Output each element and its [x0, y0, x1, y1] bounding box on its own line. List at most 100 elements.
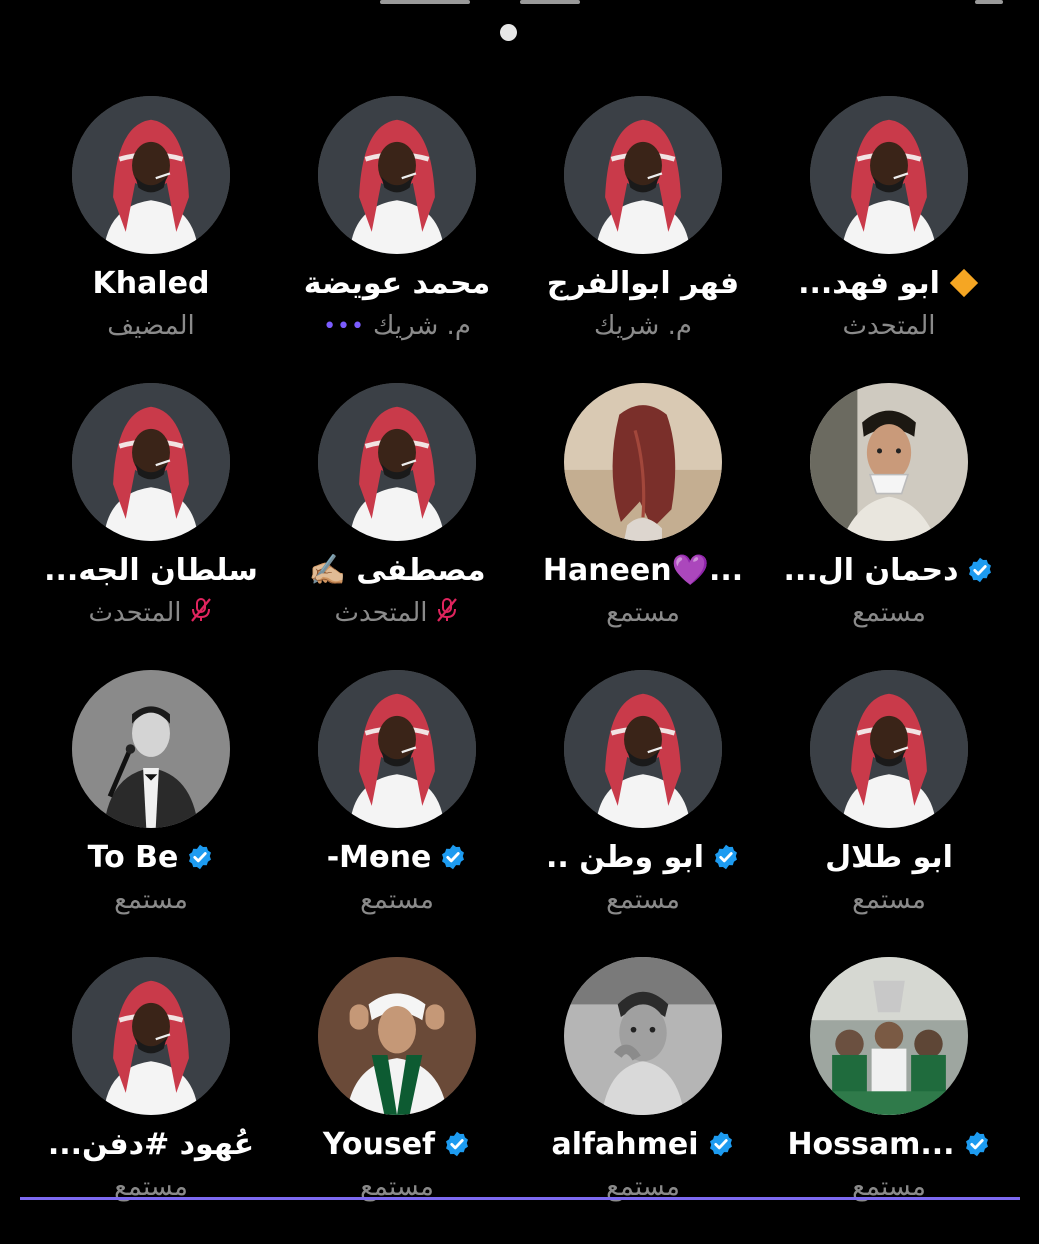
verified-icon [963, 1130, 991, 1158]
participant-card[interactable]: ابو طلال مستمع [769, 670, 1009, 957]
verified-icon [439, 843, 467, 871]
participant-name: سلطان الجه... [44, 552, 258, 588]
participant-name-row: مصطفى ✍🏼 [277, 550, 517, 590]
participant-card[interactable]: دحمان ال... مستمع [769, 383, 1009, 670]
participant-role: مستمع [360, 885, 434, 915]
avatar[interactable] [318, 96, 476, 254]
participant-role-row: مستمع [523, 595, 763, 631]
participant-card[interactable]: ابو وطن .. مستمع [523, 670, 763, 957]
avatar[interactable] [564, 957, 722, 1115]
participant-role: مستمع [852, 598, 926, 628]
verified-icon [966, 556, 994, 584]
participant-name-row: Hossam... [769, 1124, 1009, 1164]
participant-card[interactable]: Khaled المضيف [31, 96, 271, 383]
mic-off-icon [189, 597, 213, 630]
participant-name: دحمان ال... [783, 552, 959, 588]
avatar[interactable] [810, 670, 968, 828]
participant-card[interactable]: Yousef مستمع [277, 957, 517, 1244]
more-dots-icon: ••• [323, 313, 366, 339]
top-bar [0, 0, 1039, 60]
participant-card[interactable]: سلطان الجه... المتحدث [31, 383, 271, 670]
avatar[interactable] [318, 670, 476, 828]
participant-name: مصطفى ✍🏼 [308, 552, 486, 588]
participant-card[interactable]: Hossam... مستمع [769, 957, 1009, 1244]
participant-role: مستمع [606, 885, 680, 915]
participant-name: ابو فهد... [798, 265, 940, 301]
participant-role-row: م. شريك [523, 308, 763, 344]
participant-card[interactable]: مصطفى ✍🏼 المتحدث [277, 383, 517, 670]
participant-name-row: ابو فهد... [769, 263, 1009, 303]
participant-role: مستمع [852, 885, 926, 915]
participant-name: ابو طلال [825, 839, 953, 875]
participant-role-row: المضيف [31, 308, 271, 344]
participant-name: Khaled [92, 265, 210, 301]
participant-name-row: محمد عويضة [277, 263, 517, 303]
participant-name-row: فهر ابوالفرج [523, 263, 763, 303]
participant-name-row: عُهود #دفن... [31, 1124, 271, 1164]
participant-name-row: سلطان الجه... [31, 550, 271, 590]
verified-icon [712, 843, 740, 871]
avatar[interactable] [810, 957, 968, 1115]
participant-role-row: مستمع [769, 595, 1009, 631]
participant-name-row: -Mөne [277, 837, 517, 877]
participant-role: المضيف [107, 311, 195, 341]
avatar[interactable] [72, 96, 230, 254]
participant-role: م. شريك [373, 311, 471, 341]
cropped-title-fragment [380, 0, 470, 4]
participant-card[interactable]: To Be مستمع [31, 670, 271, 957]
avatar[interactable] [72, 957, 230, 1115]
participant-role-row: المتحدث [31, 595, 271, 631]
participant-name: -Mөne [326, 839, 432, 875]
participant-card[interactable]: عُهود #دفن... مستمع [31, 957, 271, 1244]
participant-name-row: Khaled [31, 263, 271, 303]
avatar[interactable] [72, 670, 230, 828]
participant-card[interactable]: محمد عويضة م. شريك ••• [277, 96, 517, 383]
avatar[interactable] [810, 96, 968, 254]
avatar[interactable] [318, 383, 476, 541]
cropped-title-fragment [520, 0, 580, 4]
participant-name: To Be [87, 839, 179, 875]
participant-role-row: مستمع [277, 882, 517, 918]
participant-name-row: To Be [31, 837, 271, 877]
participant-name-row: ابو وطن .. [523, 837, 763, 877]
participant-name: فهر ابوالفرج [546, 265, 740, 301]
participant-role-row: المتحدث [769, 308, 1009, 344]
participant-name: Yousef [322, 1126, 436, 1162]
participant-name-row: Haneen💜... [523, 550, 763, 590]
participant-name-row: دحمان ال... [769, 550, 1009, 590]
participant-role-row: مستمع [31, 882, 271, 918]
participant-name: عُهود #دفن... [47, 1126, 255, 1162]
participant-card[interactable]: alfahmei مستمع [523, 957, 763, 1244]
participant-name-row: Yousef [277, 1124, 517, 1164]
participant-name: محمد عويضة [303, 265, 491, 301]
participant-name-row: ابو طلال [769, 837, 1009, 877]
participant-name-row: alfahmei [523, 1124, 763, 1164]
participant-role: المتحدث [334, 598, 428, 628]
diamond-icon [949, 268, 979, 298]
avatar[interactable] [564, 96, 722, 254]
cropped-icon-fragment [975, 0, 1003, 4]
participant-card[interactable]: Haneen💜... مستمع [523, 383, 763, 670]
avatar[interactable] [564, 670, 722, 828]
participant-name: Hossam... [787, 1126, 955, 1162]
page-indicator-dot [500, 24, 517, 41]
participant-role-row: م. شريك ••• [277, 308, 517, 344]
avatar[interactable] [810, 383, 968, 541]
participant-name: alfahmei [551, 1126, 699, 1162]
mic-off-icon [435, 597, 459, 630]
participant-role: مستمع [606, 598, 680, 628]
avatar[interactable] [318, 957, 476, 1115]
participant-card[interactable]: فهر ابوالفرج م. شريك [523, 96, 763, 383]
participant-card[interactable]: -Mөne مستمع [277, 670, 517, 957]
participant-role: مستمع [114, 885, 188, 915]
participant-role: المتحدث [842, 311, 936, 341]
participants-grid: ابو فهد... المتحدث فهر ابوالفرج م. شريك مح… [30, 96, 1009, 1244]
participant-card[interactable]: ابو فهد... المتحدث [769, 96, 1009, 383]
verified-icon [186, 843, 214, 871]
participant-name: Haneen💜... [542, 552, 744, 588]
participant-role-row: مستمع [769, 882, 1009, 918]
avatar[interactable] [72, 383, 230, 541]
participant-name: ابو وطن .. [546, 839, 704, 875]
verified-icon [443, 1130, 471, 1158]
avatar[interactable] [564, 383, 722, 541]
